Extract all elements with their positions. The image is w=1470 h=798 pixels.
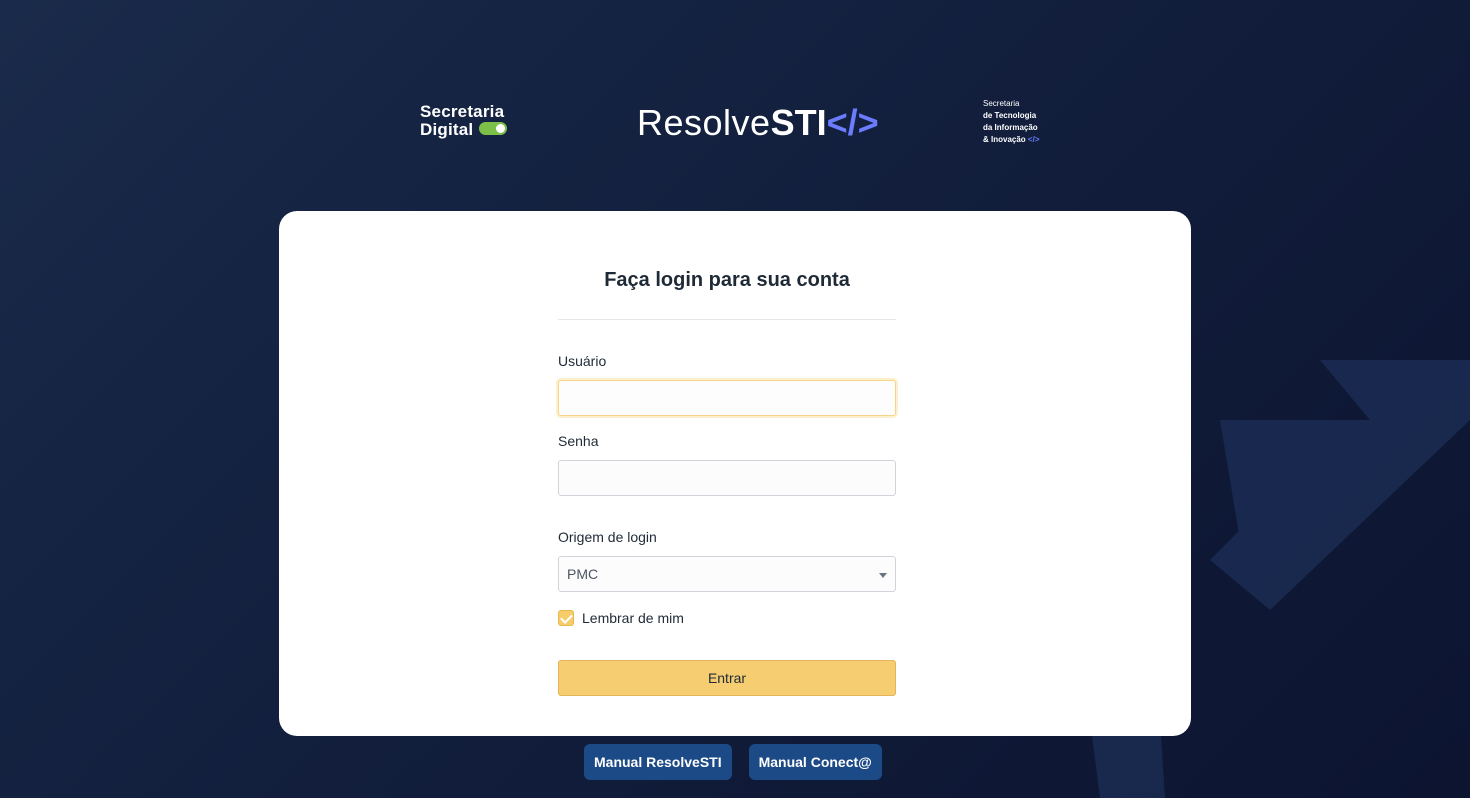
header-logos: Secretaria Digital ResolveSTI</> Secreta…: [0, 95, 1470, 155]
logo-right-line2: de Tecnologia: [983, 111, 1037, 120]
logo-left-line1: Secretaria: [420, 102, 505, 121]
remember-label: Lembrar de mim: [582, 610, 684, 626]
remember-checkbox[interactable]: [558, 610, 574, 626]
manual-conecta-button[interactable]: Manual Conect@: [748, 744, 882, 780]
login-form: Faça login para sua conta Usuário Senha …: [558, 211, 896, 736]
logo-right-line4: & Inovação: [983, 135, 1026, 144]
secretaria-digital-logo: Secretaria Digital: [420, 103, 530, 143]
origin-select[interactable]: PMC: [558, 556, 896, 592]
manual-buttons: Manual ResolveSTI Manual Conect@: [584, 744, 882, 780]
caret-down-icon: [879, 573, 887, 578]
resolvesti-logo: ResolveSTI</>: [637, 101, 879, 145]
username-label: Usuário: [558, 353, 607, 369]
username-input[interactable]: [558, 380, 896, 416]
password-input[interactable]: [558, 460, 896, 496]
login-button[interactable]: Entrar: [558, 660, 896, 696]
login-title: Faça login para sua conta: [604, 269, 850, 291]
toggle-icon: [479, 122, 508, 136]
title-divider: [558, 319, 896, 320]
logo-center-light: Resolve: [637, 102, 771, 143]
secretaria-tecnologia-logo: Secretaria de Tecnologia da Informação &…: [983, 98, 1073, 146]
origin-label: Origem de login: [558, 529, 657, 545]
code-brackets-small-icon: </>: [1027, 135, 1040, 144]
logo-center-bold: STI: [770, 102, 827, 143]
remember-me[interactable]: Lembrar de mim: [558, 610, 684, 626]
manual-resolvesti-button[interactable]: Manual ResolveSTI: [584, 744, 732, 780]
login-card: Faça login para sua conta Usuário Senha …: [279, 211, 1191, 736]
logo-left-line2: Digital: [420, 120, 474, 139]
origin-selected-value: PMC: [567, 566, 599, 582]
logo-right-line3: da Informação: [983, 123, 1038, 132]
logo-right-line1: Secretaria: [983, 99, 1020, 108]
password-label: Senha: [558, 433, 599, 449]
code-brackets-icon: </>: [826, 102, 879, 143]
